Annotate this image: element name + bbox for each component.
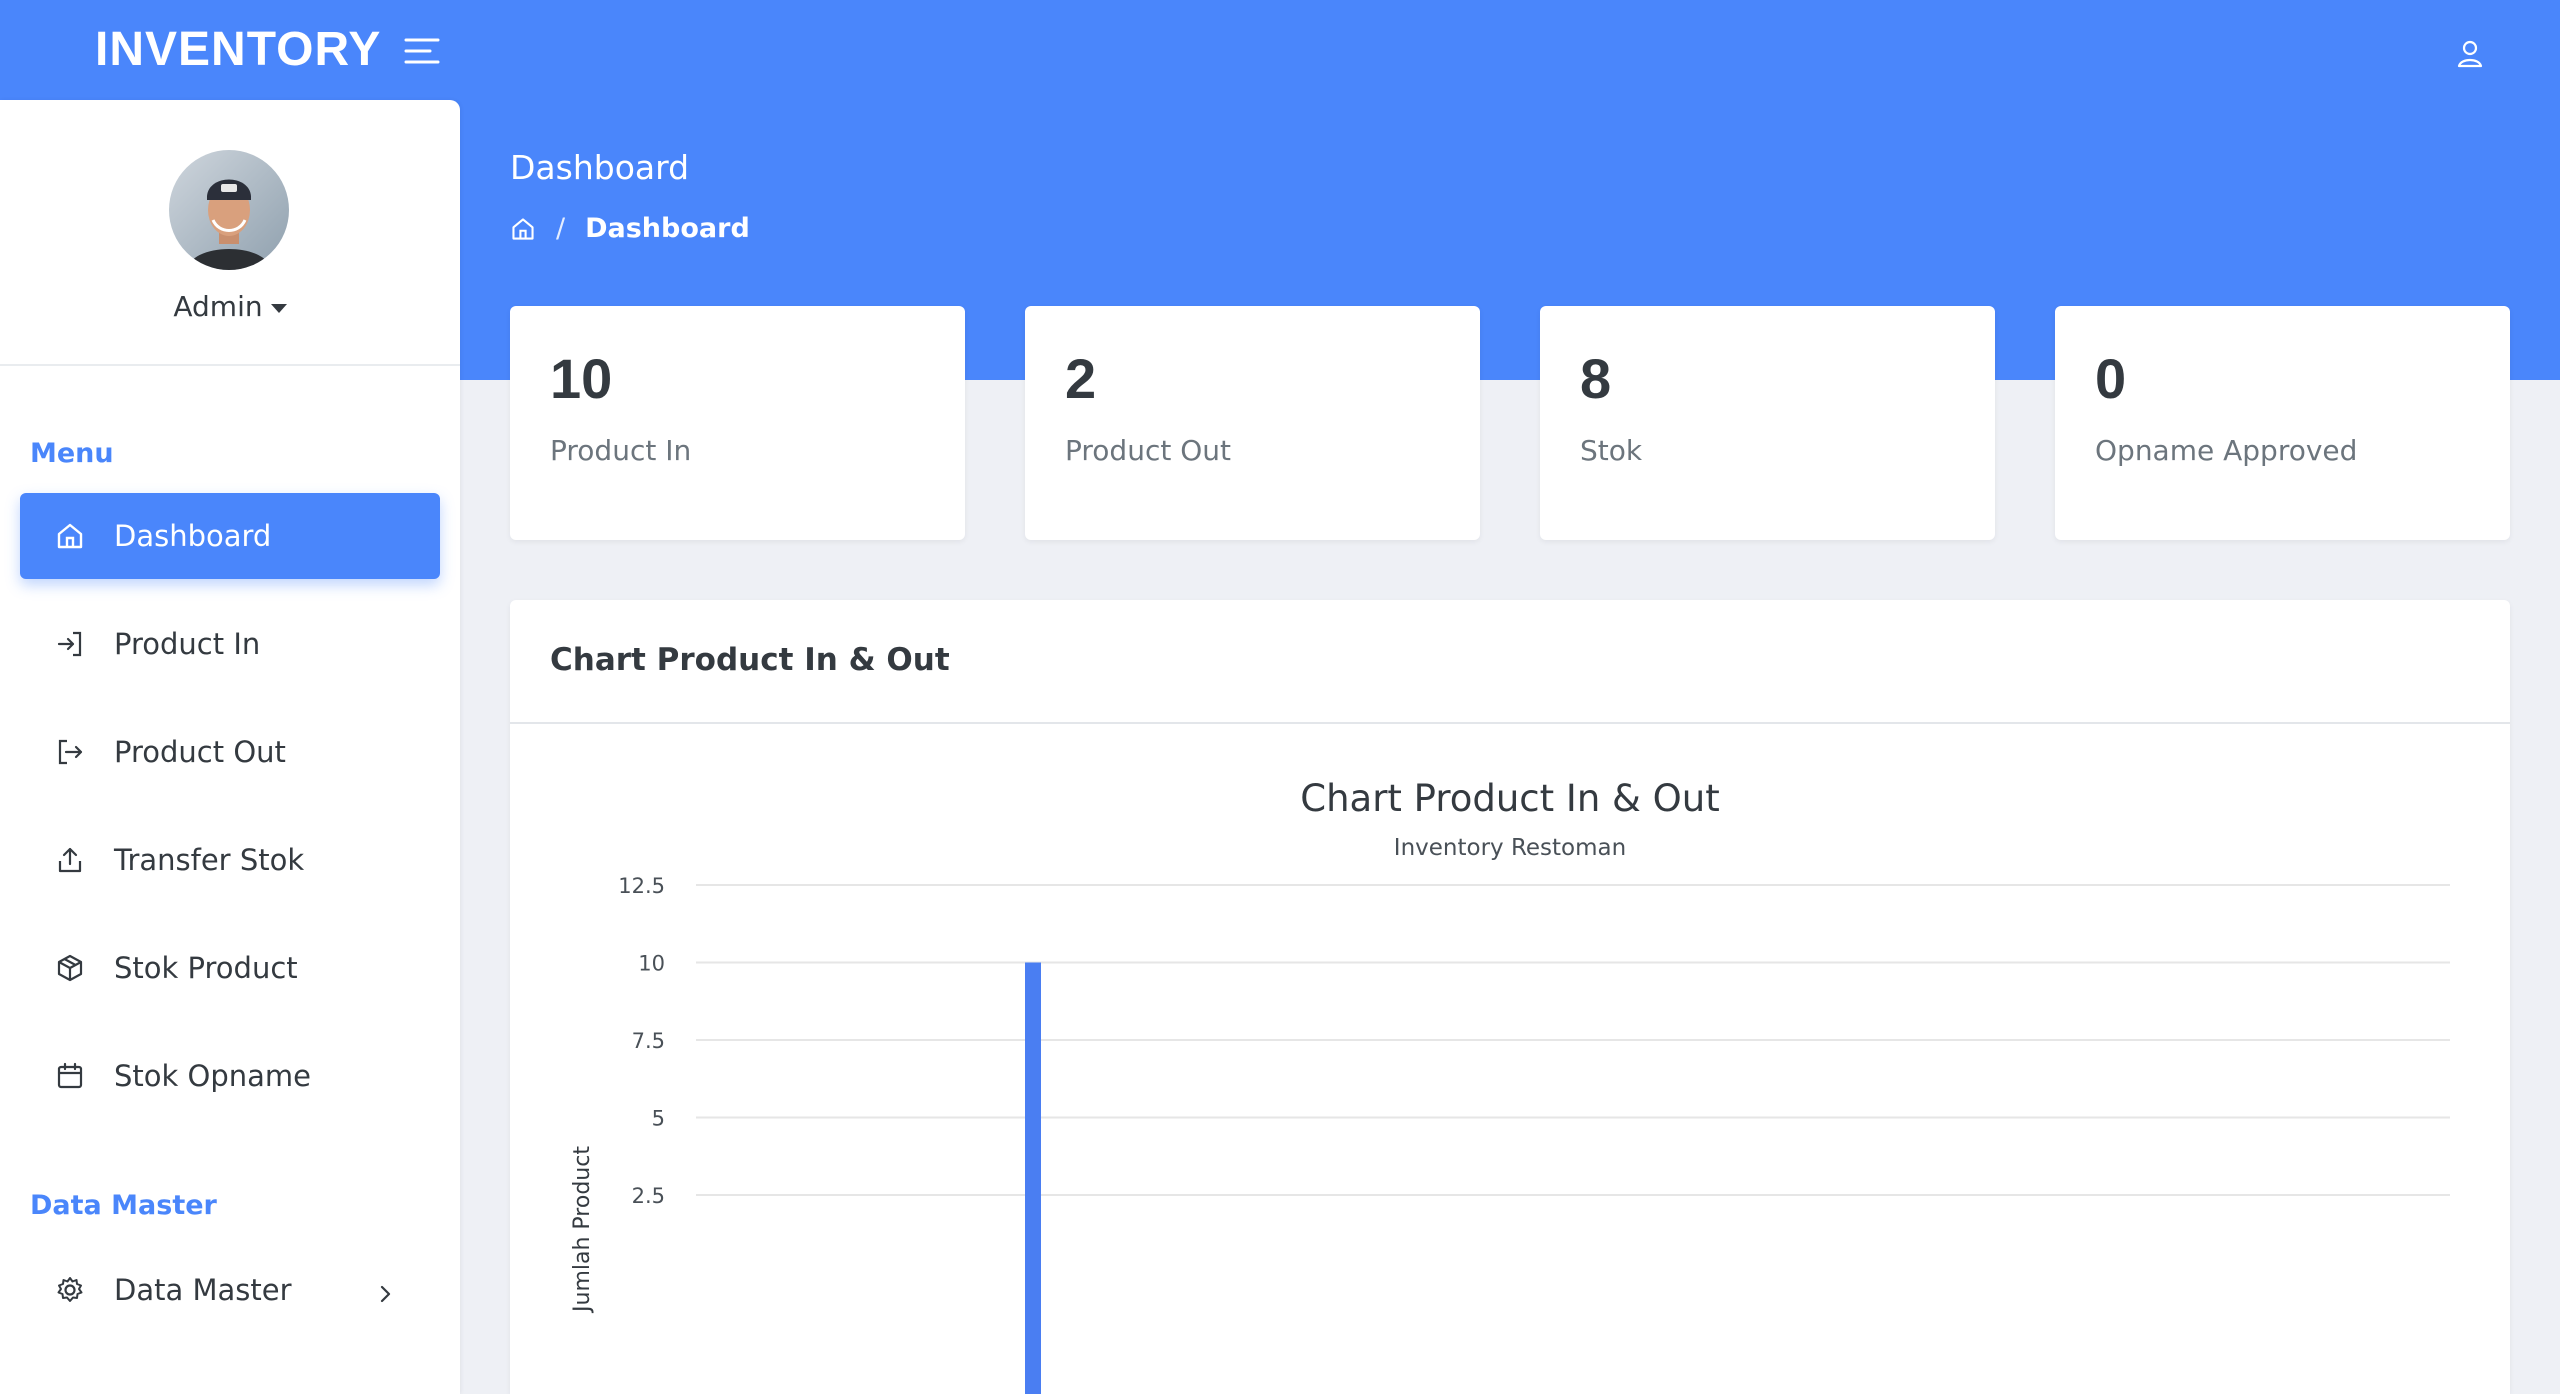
chart-y-axis-label: Jumlah Product <box>570 1146 595 1314</box>
chevron-right-icon <box>374 1278 396 1312</box>
stat-label: Opname Approved <box>2095 434 2358 467</box>
chart-y-tick-label: 12.5 <box>618 874 665 898</box>
stat-value: 0 <box>2095 347 2127 410</box>
chart-y-tick-label: 7.5 <box>632 1029 665 1053</box>
home-icon[interactable] <box>510 216 536 242</box>
box-icon <box>52 950 88 986</box>
avatar[interactable] <box>169 150 289 270</box>
breadcrumb-current: Dashboard <box>585 213 750 244</box>
sidebar-item-label: Transfer Stok <box>114 843 305 877</box>
user-icon[interactable] <box>2452 36 2488 72</box>
stat-value: 10 <box>550 347 613 410</box>
sidebar-item-label: Data Master <box>114 1273 292 1307</box>
chart-panel-title: Chart Product In & Out <box>550 642 950 678</box>
chart-panel-header: Chart Product In & Out <box>510 600 2510 724</box>
breadcrumb-separator: / <box>556 213 566 244</box>
sidebar-item-stok-product[interactable]: Stok Product <box>20 925 440 1011</box>
stat-label: Product Out <box>1065 434 1231 467</box>
stat-card-stok[interactable]: 8 Stok <box>1540 306 1995 540</box>
sidebar-item-label: Stok Opname <box>114 1059 312 1093</box>
stat-card-product-out[interactable]: 2 Product Out <box>1025 306 1480 540</box>
stat-label: Stok <box>1580 434 1643 467</box>
upload-icon <box>52 842 88 878</box>
chart-subtitle: Inventory Restoman <box>1394 835 1626 861</box>
home-icon <box>52 518 88 554</box>
sidebar-item-data-master[interactable]: Data Master <box>20 1247 440 1333</box>
stat-card-opname-approved[interactable]: 0 Opname Approved <box>2055 306 2510 540</box>
stat-card-product-in[interactable]: 10 Product In <box>510 306 965 540</box>
chart-y-tick-label: 5 <box>652 1107 665 1131</box>
menu-heading: Menu <box>30 438 114 469</box>
stat-value: 8 <box>1580 347 1612 410</box>
hamburger-menu-icon[interactable] <box>402 34 442 68</box>
sidebar-item-dashboard[interactable]: Dashboard <box>20 493 440 579</box>
gear-icon <box>52 1272 88 1308</box>
sidebar-item-label: Dashboard <box>114 519 272 553</box>
page-title: Dashboard <box>510 148 690 187</box>
chart-y-tick-label: 10 <box>638 952 665 976</box>
sidebar-item-product-in[interactable]: Product In <box>20 601 440 687</box>
sidebar-item-stok-opname[interactable]: Stok Opname <box>20 1033 440 1119</box>
breadcrumb: / Dashboard <box>510 213 750 244</box>
user-dropdown[interactable]: Admin <box>0 290 460 323</box>
calendar-icon <box>52 1058 88 1094</box>
stat-value: 2 <box>1065 347 1097 410</box>
sidebar-item-label: Stok Product <box>114 951 298 985</box>
brand-logo[interactable]: INVENTORY <box>95 22 381 77</box>
caret-down-icon <box>270 303 287 313</box>
sidebar-item-product-out[interactable]: Product Out <box>20 709 440 795</box>
sidebar-item-label: Product In <box>114 627 261 661</box>
login-icon <box>52 626 88 662</box>
sidebar-item-transfer-stok[interactable]: Transfer Stok <box>20 817 440 903</box>
chart-title: Chart Product In & Out <box>1300 777 1720 820</box>
chart-panel: Chart Product In & Out Chart Product In … <box>510 600 2510 1394</box>
chart: Chart Product In & Out Inventory Restoma… <box>570 777 2450 1394</box>
chart-bar[interactable] <box>1025 962 1041 1394</box>
logout-icon <box>52 734 88 770</box>
chart-y-tick-label: 2.5 <box>632 1184 665 1208</box>
stat-label: Product In <box>550 434 692 467</box>
data-master-heading: Data Master <box>30 1190 217 1221</box>
sidebar: Admin Menu Dashboard Product In Product … <box>0 100 460 1394</box>
user-name: Admin <box>173 290 263 323</box>
user-profile: Admin <box>0 100 460 366</box>
sidebar-item-label: Product Out <box>114 735 286 769</box>
